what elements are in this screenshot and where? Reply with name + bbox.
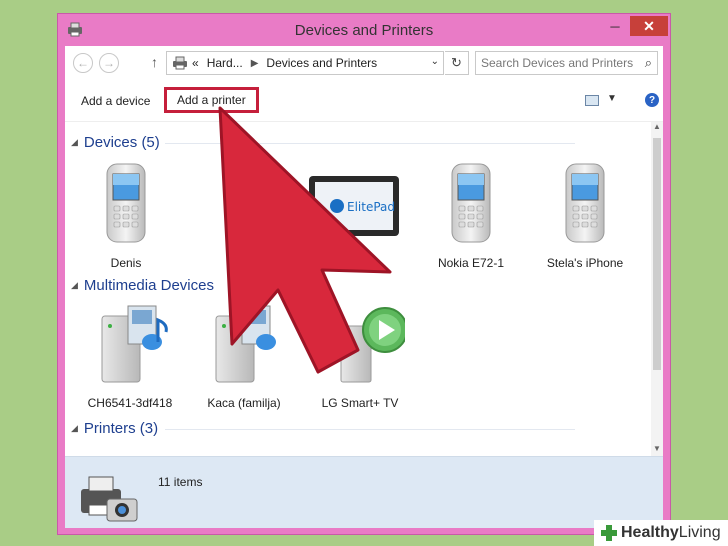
mobile-phone-icon	[565, 163, 605, 243]
multimedia-item[interactable]: Kaca (familja)	[189, 302, 299, 410]
chevron-down-icon[interactable]: ⌄	[431, 56, 439, 67]
device-label: Denis	[110, 256, 142, 270]
collapse-chevron-icon[interactable]: ◢	[71, 280, 78, 291]
device-item[interactable]: ElitePad	[305, 174, 405, 243]
group-devices-header[interactable]: ◢ Devices (5)	[71, 134, 160, 151]
add-printer-button[interactable]: Add a printer	[164, 87, 259, 113]
device-item[interactable]: Denis	[71, 162, 181, 270]
device-label: Stela's iPhone	[546, 256, 624, 270]
breadcrumb-devices-and-printers[interactable]: Devices and Printers	[266, 56, 377, 70]
tablet-brand-text: ElitePad	[347, 200, 395, 214]
vertical-scrollbar[interactable]: ▲ ▼	[651, 122, 663, 456]
add-device-button[interactable]: Add a device	[75, 90, 156, 112]
close-button[interactable]: ✕	[630, 16, 668, 36]
group-divider	[165, 429, 575, 430]
item-count: 11 items	[158, 475, 203, 489]
watermark-rest: Living	[678, 524, 721, 541]
group-divider	[165, 143, 575, 144]
multimedia-item[interactable]: LG Smart+ TV	[305, 302, 415, 410]
tablet-icon: ElitePad	[309, 176, 399, 236]
group-printers-header[interactable]: ◢ Printers (3)	[71, 420, 158, 437]
device-label: Nokia E72-1	[437, 256, 505, 270]
address-prefix[interactable]: «	[192, 56, 199, 70]
content-area: ← → ↑ « Hard... ▶ Devices and Printers ⌄…	[65, 46, 663, 528]
command-bar: Add a device Add a printer ▼ ?	[65, 80, 663, 122]
collapse-chevron-icon[interactable]: ◢	[71, 137, 78, 148]
multimedia-label: CH6541-3df418	[87, 396, 173, 410]
address-row: ← → ↑ « Hard... ▶ Devices and Printers ⌄…	[65, 46, 663, 80]
multimedia-item[interactable]: CH6541-3df418	[75, 302, 185, 410]
scroll-up-icon[interactable]: ▲	[651, 122, 663, 134]
window-title: Devices and Printers	[294, 22, 434, 39]
media-player-icon	[340, 307, 408, 383]
mobile-phone-icon	[106, 163, 146, 243]
breadcrumb-hardware[interactable]: Hard...	[207, 56, 243, 70]
media-server-icon	[101, 305, 168, 383]
printer-camera-icon	[81, 476, 138, 522]
group-devices-label: Devices (5)	[83, 134, 160, 151]
refresh-button[interactable]: ↻	[445, 51, 469, 75]
multimedia-label: LG Smart+ TV	[321, 396, 399, 410]
device-item[interactable]: Stela's iPhone	[530, 162, 640, 270]
collapse-chevron-icon[interactable]: ◢	[71, 423, 78, 434]
up-button[interactable]: ↑	[151, 54, 158, 70]
details-pane: 11 items	[65, 456, 663, 528]
address-bar[interactable]: « Hard... ▶ Devices and Printers ⌄	[166, 51, 444, 75]
forward-button[interactable]: →	[99, 53, 119, 73]
mobile-phone-icon	[451, 163, 491, 243]
group-multimedia-header[interactable]: ◢ Multimedia Devices	[71, 277, 214, 294]
scroll-down-icon[interactable]: ▼	[651, 444, 663, 456]
watermark: Healthy Living	[594, 520, 728, 546]
devices-printers-icon	[173, 56, 187, 70]
group-printers-label: Printers (3)	[83, 420, 159, 437]
view-dropdown-icon[interactable]: ▼	[607, 93, 617, 104]
search-placeholder: Search Devices and Printers	[481, 56, 634, 70]
multimedia-label: Kaca (familja)	[207, 396, 281, 410]
search-icon[interactable]: ⌕	[645, 55, 652, 71]
minimize-button[interactable]: ─	[602, 16, 628, 36]
group-multimedia-label: Multimedia Devices	[83, 277, 214, 294]
help-icon[interactable]: ?	[645, 93, 659, 107]
title-bar[interactable]: Devices and Printers ─ □ ✕	[58, 14, 670, 45]
search-input[interactable]: Search Devices and Printers ⌕	[475, 51, 658, 75]
view-options-icon[interactable]	[585, 95, 599, 106]
scroll-thumb[interactable]	[653, 138, 661, 370]
chevron-right-icon[interactable]: ▶	[251, 58, 259, 69]
media-server-icon	[215, 305, 276, 383]
plus-leaf-icon	[601, 525, 617, 541]
watermark-strong: Healthy	[621, 524, 679, 541]
devices-and-printers-window: Devices and Printers ─ □ ✕ ← → ↑ « Hard.…	[57, 13, 671, 535]
device-item[interactable]: Nokia E72-1	[416, 162, 526, 270]
back-button[interactable]: ←	[73, 53, 93, 73]
